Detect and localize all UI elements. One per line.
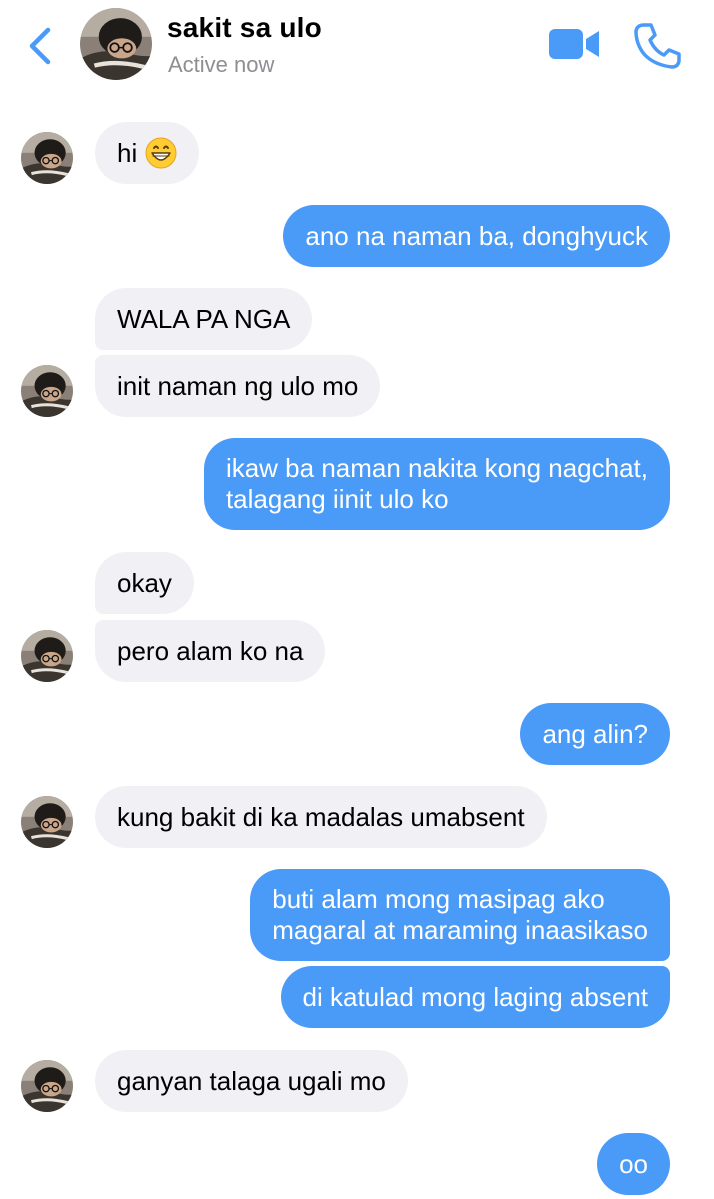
video-camera-icon <box>549 29 599 59</box>
incoming-message[interactable]: WALA PA NGA <box>95 288 313 350</box>
message-text-line-2: magaral at maraming inaasikaso <box>272 915 648 945</box>
message-text-line-1: ikaw ba naman nakita kong nagchat, <box>225 453 648 483</box>
outgoing-message[interactable]: di katulad mong laging absent <box>280 966 670 1028</box>
message-text: kung bakit di ka madalas umabsent <box>117 801 525 832</box>
message-text: ang alin? <box>542 718 648 749</box>
message-text: WALA PA NGA <box>117 303 291 334</box>
video-call-button[interactable] <box>546 22 602 66</box>
chat-header: sakit sa ulo Active now <box>0 0 714 92</box>
contact-avatar[interactable] <box>80 8 152 80</box>
message-text-line-2: talagang iinit ulo ko <box>225 484 449 514</box>
sender-avatar[interactable] <box>21 796 73 848</box>
message-text-line-1: buti alam mong masipag ako <box>272 884 605 914</box>
incoming-message[interactable]: okay <box>95 552 194 614</box>
message-text: ano na naman ba, donghyuck <box>305 220 648 251</box>
incoming-message[interactable]: ganyan talaga ugali mo <box>95 1050 408 1112</box>
sender-avatar[interactable] <box>21 365 73 417</box>
active-status: Active now <box>168 52 275 77</box>
message-text: init naman ng ulo mo <box>117 370 359 401</box>
message-text: oo <box>619 1148 648 1179</box>
message-text: pero alam ko na <box>117 635 304 666</box>
incoming-message[interactable]: hi <box>95 122 200 184</box>
message-text: ganyan talaga ugali mo <box>117 1065 386 1096</box>
contact-name[interactable]: sakit sa ulo <box>167 12 322 44</box>
sender-avatar[interactable] <box>21 1060 73 1112</box>
message-text: di katulad mong laging absent <box>302 981 648 1012</box>
outgoing-message[interactable]: ang alin? <box>520 703 670 765</box>
outgoing-message[interactable]: ikaw ba naman nakita kong nagchat, talag… <box>203 438 670 530</box>
outgoing-message[interactable]: buti alam mong masipag ako magaral at ma… <box>250 869 670 961</box>
voice-call-button[interactable] <box>632 20 682 70</box>
incoming-message[interactable]: kung bakit di ka madalas umabsent <box>95 786 547 848</box>
chevron-left-icon <box>29 27 51 65</box>
message-text: hi <box>117 137 138 168</box>
sender-avatar[interactable] <box>21 630 73 682</box>
phone-icon <box>634 23 681 69</box>
grinning-face-icon <box>145 137 177 169</box>
message-text: okay <box>117 567 172 598</box>
outgoing-message[interactable]: ano na naman ba, donghyuck <box>283 205 670 267</box>
incoming-message[interactable]: pero alam ko na <box>95 620 326 682</box>
incoming-message[interactable]: init naman ng ulo mo <box>95 355 381 417</box>
outgoing-message[interactable]: oo <box>597 1133 670 1195</box>
sender-avatar[interactable] <box>21 132 73 184</box>
back-button[interactable] <box>22 24 58 68</box>
